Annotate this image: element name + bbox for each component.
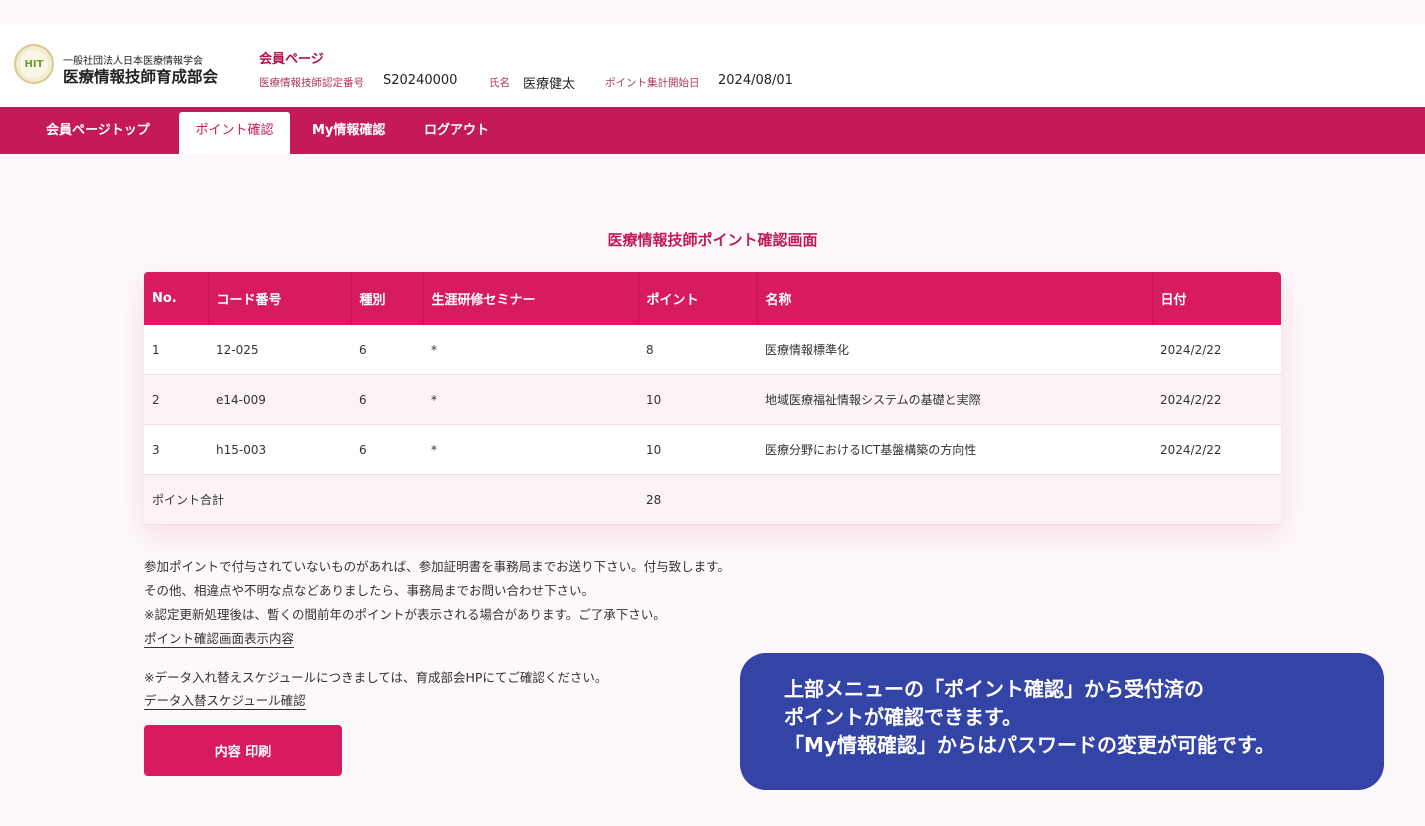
nav-item-point-check[interactable]: ポイント確認 [179,112,290,154]
cell-code: 12-025 [208,325,351,375]
page-title: 医療情報技師ポイント確認画面 [607,231,818,249]
cell-date: 2024/2/22 [1152,325,1281,375]
table-total-row: ポイント合計 28 [144,474,1281,525]
cell-seminar: * [423,374,638,425]
cert-number-value: S20240000 [383,73,458,88]
main-nav: 会員ページトップ ポイント確認 My情報確認 ログアウト [0,107,1425,154]
nav-item-member-top[interactable]: 会員ページトップ [46,107,150,154]
cell-points: 8 [638,325,757,375]
table-row: 3 h15-003 6 * 10 医療分野におけるICT基盤構築の方向性 202… [144,424,1281,475]
org-name: 医療情報技師育成部会 [63,68,219,86]
cell-no: 3 [144,424,208,475]
cell-no: 1 [144,325,208,375]
cell-no: 2 [144,374,208,425]
name-value: 医療健太 [523,77,576,92]
table-row: 2 e14-009 6 * 10 地域医療福祉情報システムの基礎と実際 2024… [144,374,1281,425]
nav-item-my-info[interactable]: My情報確認 [312,107,385,154]
nav-item-logout[interactable]: ログアウト [424,107,489,154]
print-button[interactable]: 内容 印刷 [144,725,342,776]
schedule-link[interactable]: データ入替スケジュール確認 [144,690,306,710]
cell-name: 医療分野におけるICT基盤構築の方向性 [757,424,1152,475]
cell-name: 医療情報標準化 [757,325,1152,375]
col-header-points: ポイント [638,272,758,325]
cell-empty [757,474,1152,525]
note-line: その他、相違点や不明な点などありましたら、事務局までお問い合わせ下さい。 [144,583,595,598]
cell-type: 6 [351,325,423,375]
org-logo-icon: HIT [14,44,54,84]
total-label: ポイント合計 [144,474,638,525]
cell-code: e14-009 [208,374,351,425]
points-table: No. コード番号 種別 生涯研修セミナー ポイント 名称 日付 1 12-02… [144,272,1281,525]
col-header-type: 種別 [351,272,424,325]
note-line: ※認定更新処理後は、暫くの間前年のポイントが表示される場合があります。ご了承下さ… [144,607,666,622]
cell-date: 2024/2/22 [1152,374,1281,425]
col-header-seminar: 生涯研修セミナー [423,272,639,325]
cell-points: 10 [638,374,757,425]
cell-date: 2024/2/22 [1152,424,1281,475]
info-callout: 上部メニューの「ポイント確認」から受付済の ポイントが確認できます。 「My情報… [740,653,1384,790]
cell-name: 地域医療福祉情報システムの基礎と実際 [757,374,1152,425]
cell-seminar: * [423,325,638,375]
table-header-row: No. コード番号 種別 生涯研修セミナー ポイント 名称 日付 [144,272,1281,325]
cert-number-label: 医療情報技師認定番号 [259,77,364,89]
callout-line: ポイントが確認できます。 [784,705,1022,729]
table-row: 1 12-025 6 * 8 医療情報標準化 2024/2/22 [144,325,1281,375]
callout-line: 「My情報確認」からはパスワードの変更が可能です。 [784,733,1275,757]
start-date-label: ポイント集計開始日 [605,77,700,89]
callout-line: 上部メニューの「ポイント確認」から受付済の [784,677,1204,701]
total-value: 28 [638,474,757,525]
col-header-date: 日付 [1152,272,1281,325]
site-header: HIT 一般社団法人日本医療情報学会 医療情報技師育成部会 会員ページ 医療情報… [0,24,1425,107]
col-header-code: コード番号 [208,272,352,325]
cell-points: 10 [638,424,757,475]
start-date-value: 2024/08/01 [718,73,793,88]
display-content-link[interactable]: ポイント確認画面表示内容 [144,628,295,648]
schedule-note: ※データ入れ替えスケジュールにつきましては、育成部会HPにてご確認ください。 [144,670,608,685]
member-page-title: 会員ページ [259,52,324,67]
note-line: 参加ポイントで付与されていないものがあれば、参加証明書を事務局までお送り下さい。… [144,559,730,574]
name-label: 氏名 [489,77,510,89]
cell-empty [1152,474,1281,525]
cell-type: 6 [351,424,423,475]
cell-seminar: * [423,424,638,475]
col-header-no: No. [144,272,209,325]
cell-type: 6 [351,374,423,425]
cell-code: h15-003 [208,424,351,475]
col-header-name: 名称 [757,272,1153,325]
